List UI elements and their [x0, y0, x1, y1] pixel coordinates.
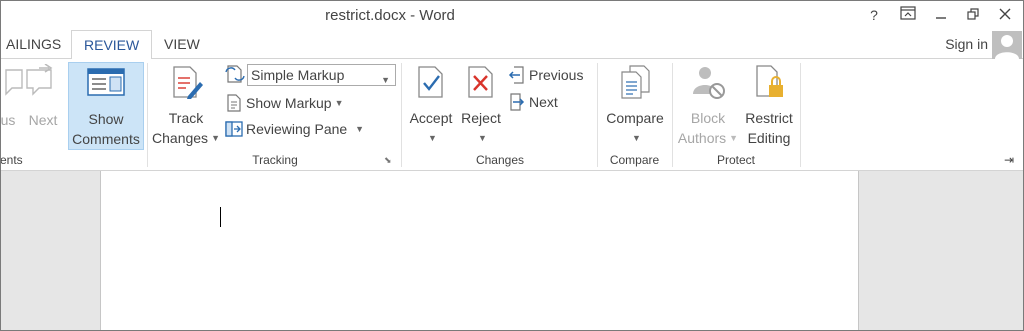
chevron-down-icon: ▼ [211, 133, 220, 143]
group-divider [597, 63, 598, 167]
window-title: restrict.docx - Word [325, 7, 455, 24]
ribbon-tabs: AILINGS REVIEW VIEW [0, 30, 1024, 60]
track-changes-icon [173, 66, 203, 99]
compare-button[interactable]: Compare ▼ [600, 62, 670, 148]
help-button[interactable]: ? [859, 4, 889, 26]
group-divider [401, 63, 402, 167]
compare-group-label: Compare [609, 153, 660, 167]
reject-icon [468, 66, 493, 98]
comments-group-label: ents [0, 153, 23, 167]
markup-display-select[interactable]: Simple Markup ▼ [247, 64, 396, 86]
minimize-icon [936, 17, 946, 19]
restore-icon [967, 8, 979, 20]
title-bar: restrict.docx - Word ? [0, 0, 1024, 30]
compare-icon [621, 65, 650, 99]
tab-view[interactable]: VIEW [152, 30, 212, 59]
display-for-review-icon-button[interactable] [225, 64, 248, 86]
block-authors-button[interactable]: Block Authors ▼ [675, 62, 741, 148]
restrict-editing-button[interactable]: Restrict Editing [741, 62, 797, 148]
tracking-group-label: Tracking [252, 153, 298, 167]
previous-comment-icon [5, 69, 23, 96]
next-change-icon [510, 93, 525, 111]
user-avatar-icon [995, 35, 1019, 59]
close-button[interactable] [990, 4, 1020, 26]
previous-change-button[interactable]: Previous [508, 64, 583, 86]
ribbon-display-icon [900, 6, 916, 20]
document-page[interactable] [100, 171, 859, 331]
next-comment-icon [26, 64, 53, 96]
previous-change-icon [508, 66, 524, 84]
avatar[interactable] [992, 31, 1022, 59]
accept-icon [418, 66, 443, 98]
next-change-button[interactable]: Next [508, 91, 558, 113]
group-divider [147, 63, 148, 167]
display-for-review-icon [225, 65, 245, 83]
chevron-down-icon: ▼ [632, 133, 641, 143]
chevron-down-icon: ▼ [334, 98, 344, 108]
protect-group-label: Protect [716, 153, 755, 167]
changes-group-label: Changes [475, 153, 525, 167]
tab-mailings[interactable]: AILINGS [0, 30, 73, 59]
track-changes-button[interactable]: Track Changes ▼ [150, 62, 222, 148]
group-divider [672, 63, 673, 167]
sign-in-link[interactable]: Sign in [945, 36, 988, 52]
chevron-down-icon: ▼ [428, 133, 437, 143]
group-divider [800, 63, 801, 167]
close-icon [999, 8, 1011, 20]
show-markup-button[interactable]: Show Markup ▼ [225, 92, 344, 114]
show-comments-icon [87, 68, 125, 96]
accept-button[interactable]: Accept ▼ [405, 62, 457, 148]
reviewing-pane-button[interactable]: Reviewing Pane ▼ [225, 118, 364, 140]
chevron-down-icon: ▼ [381, 75, 390, 85]
document-canvas [0, 171, 1024, 331]
reject-button[interactable]: Reject ▼ [458, 62, 504, 148]
text-cursor [220, 207, 221, 227]
ribbon: us Next Show Comments ents Track Changes… [0, 59, 1024, 171]
chevron-down-icon: ▼ [478, 133, 487, 143]
block-authors-icon [693, 67, 725, 99]
chevron-down-icon: ▼ [729, 133, 739, 143]
show-comments-button[interactable]: Show Comments [68, 62, 144, 150]
tab-review[interactable]: REVIEW [71, 30, 153, 60]
restore-button[interactable] [958, 4, 988, 26]
reviewing-pane-icon [225, 121, 243, 137]
minimize-button[interactable] [926, 4, 956, 26]
chevron-down-icon: ▼ [355, 124, 365, 134]
ribbon-display-options-button[interactable] [893, 4, 923, 26]
next-comment-button[interactable]: Next [24, 62, 62, 148]
show-markup-icon [227, 94, 241, 112]
previous-comment-button[interactable]: us [0, 62, 26, 148]
restrict-editing-icon [756, 65, 783, 97]
collapse-ribbon-icon[interactable]: ⇥ [1004, 153, 1014, 167]
tracking-dialog-launcher-icon[interactable]: ⬊ [384, 155, 392, 166]
